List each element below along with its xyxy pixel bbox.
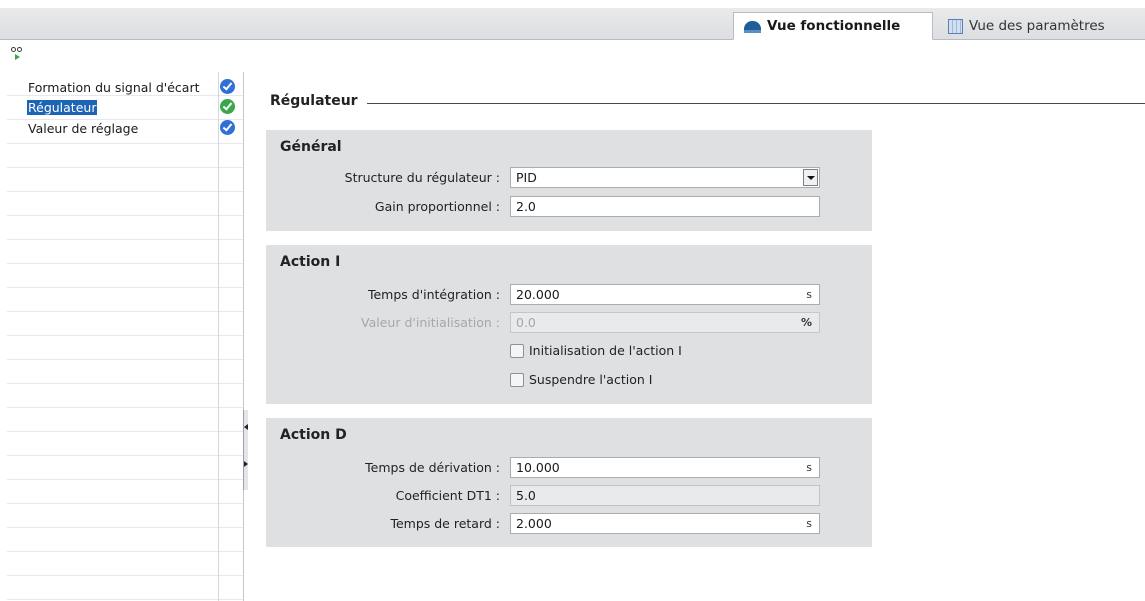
init-action-i-checkbox[interactable] (510, 343, 524, 358)
parameter-view-icon (948, 18, 963, 34)
delay-time-label: Temps de retard : (390, 516, 500, 531)
structure-select[interactable]: PID (510, 167, 820, 188)
view-tab-bar: Vue fonctionnelle Vue des paramètres (0, 0, 1145, 40)
gain-input[interactable]: 2.0 (510, 196, 820, 217)
group-action-i: Action I Temps d'intégration : 20.000 s … (266, 245, 872, 404)
derivation-time-unit: s (806, 461, 812, 474)
section-divider (367, 103, 1145, 104)
nav-item-formation-signal-ecart[interactable]: Formation du signal d'écart (7, 76, 243, 98)
derivation-time-label: Temps de dérivation : (365, 460, 500, 475)
structure-value: PID (516, 170, 537, 185)
gain-value: 2.0 (516, 199, 536, 214)
pid-tool-icon[interactable] (11, 46, 25, 60)
delay-time-input[interactable]: 2.000 s (510, 513, 820, 534)
group-title: Général (280, 139, 342, 155)
check-circle-icon (220, 99, 235, 114)
init-value-unit: % (800, 316, 812, 329)
tab-functional-view-label: Vue fonctionnelle (767, 18, 901, 34)
dt1-coefficient-field: 5.0 (510, 485, 820, 506)
nav-item-regulateur[interactable]: Régulateur (7, 96, 243, 118)
integration-time-label: Temps d'intégration : (367, 287, 500, 302)
nav-item-label: Régulateur (27, 100, 98, 115)
group-action-d: Action D Temps de dérivation : 10.000 s … (266, 418, 872, 547)
dt1-coefficient-value: 5.0 (516, 488, 536, 503)
pane-splitter[interactable] (243, 72, 255, 601)
group-title: Action D (280, 427, 347, 443)
group-general: Général Structure du régulateur : PID Ga… (266, 130, 872, 231)
nav-item-label: Formation du signal d'écart (28, 80, 200, 95)
dt1-coefficient-label: Coefficient DT1 : (395, 488, 500, 503)
init-action-i-checkbox-row[interactable]: Initialisation de l'action I (510, 343, 682, 358)
section-title: Régulateur (270, 93, 358, 109)
check-circle-icon (220, 79, 235, 94)
integration-time-input[interactable]: 20.000 s (510, 284, 820, 305)
integration-time-unit: s (806, 288, 812, 301)
suspend-action-i-checkbox-row[interactable]: Suspendre l'action I (510, 372, 652, 387)
expand-right-icon[interactable] (244, 461, 248, 467)
tab-functional-view[interactable]: Vue fonctionnelle (733, 12, 933, 40)
nav-item-valeur-reglage[interactable]: Valeur de réglage (7, 117, 243, 139)
init-value-label: Valeur d'initialisation : (361, 315, 500, 330)
nav-column-divider (218, 72, 219, 601)
init-value-input: 0.0 % (510, 312, 820, 333)
init-action-i-label: Initialisation de l'action I (529, 343, 682, 358)
tab-parameter-view-label: Vue des paramètres (969, 18, 1105, 34)
init-value-value: 0.0 (516, 315, 536, 330)
splitter-handle[interactable] (243, 410, 248, 490)
suspend-action-i-label: Suspendre l'action I (529, 372, 653, 387)
integration-time-value: 20.000 (516, 287, 560, 302)
delay-time-unit: s (806, 517, 812, 530)
derivation-time-input[interactable]: 10.000 s (510, 457, 820, 478)
group-title: Action I (280, 254, 341, 270)
tab-parameter-view[interactable]: Vue des paramètres (938, 12, 1143, 40)
navigation-tree (7, 72, 243, 601)
suspend-action-i-checkbox[interactable] (510, 372, 524, 387)
delay-time-value: 2.000 (516, 516, 552, 531)
nav-item-label: Valeur de réglage (28, 121, 139, 136)
check-circle-icon (220, 120, 235, 135)
structure-label: Structure du régulateur : (344, 170, 500, 185)
functional-view-icon (744, 20, 761, 33)
derivation-time-value: 10.000 (516, 460, 560, 475)
gain-label: Gain proportionnel : (374, 199, 500, 214)
collapse-left-icon[interactable] (244, 424, 248, 430)
chevron-down-icon[interactable] (803, 169, 818, 186)
